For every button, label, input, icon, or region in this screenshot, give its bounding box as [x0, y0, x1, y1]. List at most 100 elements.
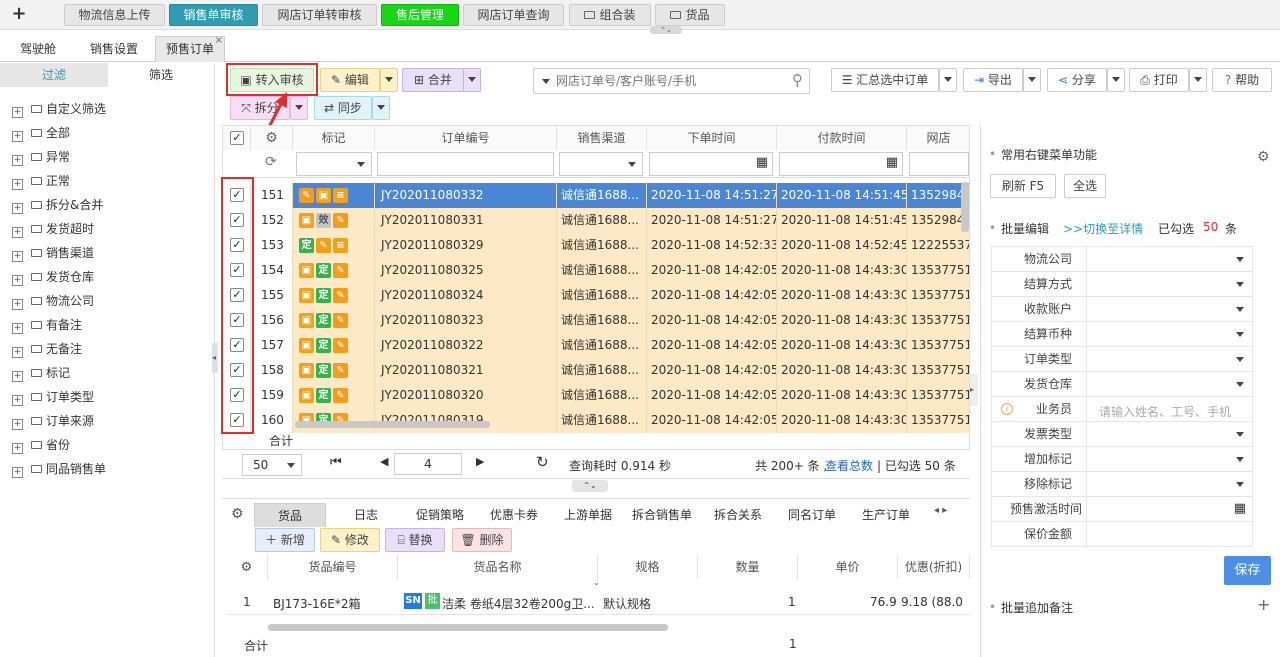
detail-tab[interactable]: 同名订单	[776, 503, 848, 527]
module-tab-after-sales[interactable]: 售后管理	[381, 4, 459, 26]
table-row[interactable]: ✓ 155 ▣ 定 ✎ JY202011080324 诚信通1688... 2020-11-0…	[223, 283, 969, 308]
table-row[interactable]: ✓ 159 ▣ 定 ✎ JY202011080320 诚信通1688... 2020-11-0…	[223, 383, 969, 408]
edit-button[interactable]: ✎ 编辑	[320, 68, 380, 92]
expand-icon[interactable]: +	[12, 371, 23, 382]
expand-icon[interactable]: +	[12, 251, 23, 262]
help-button[interactable]: ? 帮助	[1212, 68, 1272, 92]
channel-filter[interactable]	[559, 152, 643, 176]
search-type-dropdown-icon[interactable]	[542, 79, 550, 84]
expand-icon[interactable]: +	[12, 179, 23, 190]
tree-node[interactable]: + 正常	[12, 169, 70, 193]
prev-page-icon[interactable]: ◀	[380, 455, 388, 468]
tree-node[interactable]: + 异常	[12, 145, 70, 169]
page-input[interactable]: 4	[394, 453, 462, 475]
plus-icon[interactable]: +	[1257, 595, 1270, 614]
column-settings[interactable]: ⚙	[251, 126, 293, 150]
tree-node[interactable]: + 订单来源	[12, 409, 94, 433]
switch-detail-link[interactable]: >>切换至详情	[1063, 220, 1143, 237]
tree-node[interactable]: + 发货仓库	[12, 265, 94, 289]
detail-row[interactable]: 1 BJ173-16E*2箱 SN 批 洁柔 卷纸4层32卷200g卫... 默…	[226, 590, 970, 615]
col-spec-header[interactable]: 规格	[598, 555, 698, 580]
detail-tab[interactable]: 拆合销售单	[626, 503, 698, 527]
next-page-icon[interactable]: ▶	[476, 455, 484, 468]
module-tab-goods[interactable]: 货品	[655, 4, 725, 26]
first-page-icon[interactable]: ⏮	[330, 455, 342, 470]
collapse-handle[interactable]: ⌃⌄	[650, 26, 682, 34]
mark-filter[interactable]	[296, 152, 372, 176]
export-dropdown[interactable]	[1023, 68, 1041, 92]
col-goods-name-header[interactable]: 货品名称	[398, 555, 598, 580]
split-handle[interactable]: ⌃⌄	[572, 480, 608, 492]
close-icon[interactable]: ×	[215, 29, 223, 53]
tree-node[interactable]: + 订单类型	[12, 385, 94, 409]
presale-time-input[interactable]: ▦	[1087, 497, 1253, 522]
delete-button[interactable]: 🗑 删除	[452, 528, 512, 552]
summary-selected-button[interactable]: ☰ 汇总选中订单	[831, 68, 939, 92]
expand-icon[interactable]: +	[12, 467, 23, 478]
expand-icon[interactable]: +	[12, 131, 23, 142]
order-no-filter[interactable]	[377, 152, 554, 176]
detail-tab[interactable]: 货品	[254, 503, 326, 527]
tree-node[interactable]: + 省份	[12, 433, 70, 457]
module-tab-shop-order-query[interactable]: 网店订单查询	[463, 4, 564, 26]
replace-button[interactable]: ⌸ 替换	[385, 528, 445, 552]
module-tab-shop-order-transfer[interactable]: 网店订单转审核	[262, 4, 377, 26]
tab-screen[interactable]: 筛选	[108, 63, 214, 87]
col-order-time-header[interactable]: 下单时间	[647, 126, 777, 150]
modify-button[interactable]: ✎ 修改	[320, 528, 380, 552]
expand-icon[interactable]: +	[12, 419, 23, 430]
table-row[interactable]: ✓ 157 ▣ 定 ✎ JY202011080322 诚信通1688... 2020-11-0…	[223, 333, 969, 358]
table-row[interactable]: ✓ 154 ▣ 定 ✎ JY202011080325 诚信通1688... 2020-11-0…	[223, 258, 969, 283]
search-input[interactable]	[556, 71, 776, 91]
tree-node[interactable]: + 同品销售单	[12, 457, 106, 481]
merge-dropdown[interactable]	[463, 68, 481, 92]
collapse-left-handle[interactable]: ◂	[212, 343, 218, 373]
expand-icon[interactable]: +	[12, 443, 23, 454]
detail-tab[interactable]: 优惠卡券	[478, 503, 550, 527]
merge-button[interactable]: ⊞ 合并	[402, 68, 464, 92]
pay-time-filter[interactable]: ▦	[779, 152, 903, 176]
tree-node[interactable]: + 销售渠道	[12, 241, 94, 265]
order-time-filter[interactable]: ▦	[649, 152, 773, 176]
tree-node[interactable]: + 发货超时	[12, 217, 94, 241]
collapse-right-handle[interactable]: ▸	[970, 374, 978, 406]
col-shop-header[interactable]: 网店	[907, 126, 969, 150]
select-all-checkbox[interactable]: ✓	[230, 131, 244, 145]
field-select[interactable]	[1087, 422, 1253, 447]
insured-input[interactable]	[1087, 522, 1253, 547]
field-select[interactable]	[1087, 247, 1253, 272]
col-discount-header[interactable]: 优惠(折扣)	[898, 555, 970, 580]
share-dropdown[interactable]	[1107, 68, 1125, 92]
print-button[interactable]: ⎙ 打印	[1129, 68, 1189, 92]
col-goods-code-header[interactable]: 货品编号	[268, 555, 398, 580]
save-button[interactable]: 保存	[1224, 556, 1271, 585]
add-tab-icon[interactable]: +	[10, 3, 28, 24]
col-channel-header[interactable]: 销售渠道	[557, 126, 647, 150]
expand-icon[interactable]: +	[12, 299, 23, 310]
expand-icon[interactable]: +	[12, 203, 23, 214]
field-select[interactable]	[1087, 447, 1253, 472]
tree-node[interactable]: + 标记	[12, 361, 70, 385]
expand-icon[interactable]: +	[12, 347, 23, 358]
module-tab-logistics-upload[interactable]: 物流信息上传	[64, 4, 165, 26]
share-button[interactable]: ⋖ 分享	[1047, 68, 1107, 92]
col-pay-time-header[interactable]: 付款时间	[777, 126, 907, 150]
page-tab-cockpit[interactable]: 驾驶舱	[6, 36, 70, 62]
expand-icon[interactable]: +	[12, 323, 23, 334]
module-tab-sales-audit[interactable]: 销售单审核	[169, 4, 258, 26]
salesman-input[interactable]: 请输入姓名、工号、手机	[1087, 397, 1253, 422]
expand-icon[interactable]: +	[12, 275, 23, 286]
detail-tab[interactable]: 拆合关系	[702, 503, 774, 527]
detail-tab[interactable]: 上游单据	[552, 503, 624, 527]
col-price-header[interactable]: 单价	[798, 555, 898, 580]
print-dropdown[interactable]	[1189, 68, 1207, 92]
col-order-no-header[interactable]: 订单编号	[375, 126, 557, 150]
edit-dropdown[interactable]	[380, 68, 398, 92]
refresh-icon[interactable]: ⟳	[265, 154, 277, 170]
detail-tab[interactable]: 促销策略	[404, 503, 476, 527]
module-tab-combo[interactable]: 组合装	[569, 4, 651, 26]
vertical-scrollbar[interactable]	[961, 182, 969, 232]
view-total-link[interactable]: 查看总数	[825, 457, 873, 474]
expand-icon[interactable]: +	[12, 227, 23, 238]
page-tab-sales-settings[interactable]: 销售设置	[78, 36, 150, 62]
